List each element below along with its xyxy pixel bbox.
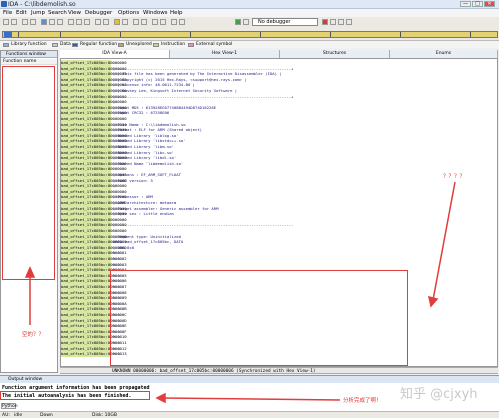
tab-hex-view-1[interactable]: Hex View-1: [170, 50, 280, 58]
legend-external-symbol: External symbol: [196, 42, 233, 47]
pause-icon[interactable]: [243, 19, 249, 25]
maximize-button[interactable]: □: [472, 1, 483, 7]
back-icon[interactable]: [22, 19, 28, 25]
navigation-band-marker: [190, 32, 191, 37]
output-window-header: Output window: [0, 376, 499, 383]
menu-edit[interactable]: Edit: [16, 10, 27, 16]
view-tabs: IDA View-A Hex View-1 Structures Enums: [60, 50, 498, 58]
xrefs-icon[interactable]: [152, 19, 158, 25]
function-name-column-label: Function name: [3, 59, 37, 64]
menu-help[interactable]: Help: [170, 10, 183, 16]
legend-instruction: Instruction: [161, 42, 186, 47]
menu-jump[interactable]: Jump: [31, 10, 45, 16]
flowchart-icon[interactable]: [141, 19, 147, 25]
hex-icon[interactable]: [171, 19, 177, 25]
listing-status-bar: UNKNOWN 00000006: bad_offset_17c805bc:00…: [60, 367, 498, 374]
functions-window-header: Functions window: [1, 51, 57, 58]
data-icon[interactable]: [76, 19, 82, 25]
status-bar: AU: idle Down Disk: 10GB: [0, 411, 499, 418]
navigation-band-marker: [470, 32, 471, 37]
annotation-box-output: [0, 391, 150, 400]
tab-enums[interactable]: Enums: [390, 50, 498, 58]
listing-status-text: UNKNOWN 00000006: bad_offset_17c805bc:00…: [112, 369, 316, 374]
tab-structures[interactable]: Structures: [280, 50, 390, 58]
legend-swatch: [118, 43, 124, 47]
tab-ida-view-a[interactable]: IDA View-A: [60, 50, 170, 58]
legend-swatch: [3, 43, 9, 47]
search-icon[interactable]: [41, 19, 47, 25]
navigation-band-marker: [400, 32, 401, 37]
graph-icon[interactable]: [133, 19, 139, 25]
color-legend: Library function Data Regular function U…: [0, 41, 499, 48]
menu-debugger[interactable]: Debugger: [85, 10, 112, 16]
navigation-band-segment: [4, 32, 12, 37]
status-au-label: AU:: [2, 413, 10, 418]
menu-bar: File Edit Jump Search View Debugger Opti…: [0, 9, 499, 17]
annotation-empty-note: 空的？？: [22, 332, 45, 338]
segments-icon[interactable]: [179, 19, 185, 25]
annotation-box-data-area: [110, 270, 408, 366]
navigation-band[interactable]: [2, 31, 498, 38]
start-debugger-icon[interactable]: [235, 19, 241, 25]
step-into-icon[interactable]: [330, 19, 336, 25]
legend-unexplored: Unexplored: [126, 42, 152, 47]
menu-search[interactable]: Search: [48, 10, 67, 16]
menu-windows[interactable]: Windows: [143, 10, 168, 16]
watermark: 知乎 @cjxyh: [400, 387, 478, 402]
menu-view[interactable]: View: [68, 10, 81, 16]
string-icon[interactable]: [103, 19, 109, 25]
functions-window: Functions window Function name: [0, 50, 58, 373]
navigation-band-marker: [120, 32, 121, 37]
stop-icon[interactable]: [322, 19, 328, 25]
listing-address: bad_offset_17c805bc:00000013: [61, 351, 127, 357]
legend-swatch: [52, 43, 58, 47]
legend-swatch: [153, 43, 159, 47]
step-over-icon[interactable]: [338, 19, 344, 25]
status-direction: Down: [40, 413, 53, 418]
legend-regular-function: Regular function: [80, 42, 118, 47]
array-icon[interactable]: [95, 19, 101, 25]
close-button[interactable]: ✕: [484, 1, 495, 7]
status-state: idle: [14, 413, 23, 418]
navigation-band-marker: [18, 32, 19, 37]
navigation-band-marker: [330, 32, 331, 37]
binary-search-icon[interactable]: [57, 19, 63, 25]
code-icon[interactable]: [68, 19, 74, 25]
window-title: IDA - C:\libdemolish.so: [8, 1, 76, 8]
legend-data: Data: [60, 42, 71, 47]
minimize-button[interactable]: —: [460, 1, 471, 7]
navigation-band-marker: [60, 32, 61, 37]
names-icon[interactable]: [160, 19, 166, 25]
legend-library-function: Library function: [11, 42, 47, 47]
menu-file[interactable]: File: [3, 10, 12, 16]
structure-icon[interactable]: [114, 19, 120, 25]
open-icon[interactable]: [3, 19, 9, 25]
ida-window: IDA - C:\libdemolish.so — □ ✕ File Edit …: [0, 0, 499, 418]
debugger-select[interactable]: No debugger: [252, 18, 318, 26]
annotation-finished-note: 分析完成了啊！: [343, 398, 382, 404]
status-disk: Disk: 10GB: [92, 413, 117, 418]
menu-options[interactable]: Options: [118, 10, 139, 16]
save-icon[interactable]: [11, 19, 17, 25]
legend-swatch: [72, 43, 78, 47]
python-button[interactable]: Python: [1, 403, 18, 409]
enum-icon[interactable]: [122, 19, 128, 25]
undefine-icon[interactable]: [84, 19, 90, 25]
annotation-box-empty-list: [2, 66, 55, 280]
functions-window-title: Functions window: [6, 52, 46, 57]
run-to-cursor-icon[interactable]: [346, 19, 352, 25]
forward-icon[interactable]: [30, 19, 36, 25]
output-window-title: Output window: [8, 377, 43, 382]
legend-swatch: [188, 43, 194, 47]
title-bar: IDA - C:\libdemolish.so — □ ✕: [0, 0, 499, 9]
function-name-column[interactable]: Function name: [1, 59, 57, 65]
navigation-band-marker: [260, 32, 261, 37]
text-search-icon[interactable]: [49, 19, 55, 25]
ida-app-icon: [1, 1, 7, 7]
annotation-question-note: ？？？？: [443, 174, 466, 180]
